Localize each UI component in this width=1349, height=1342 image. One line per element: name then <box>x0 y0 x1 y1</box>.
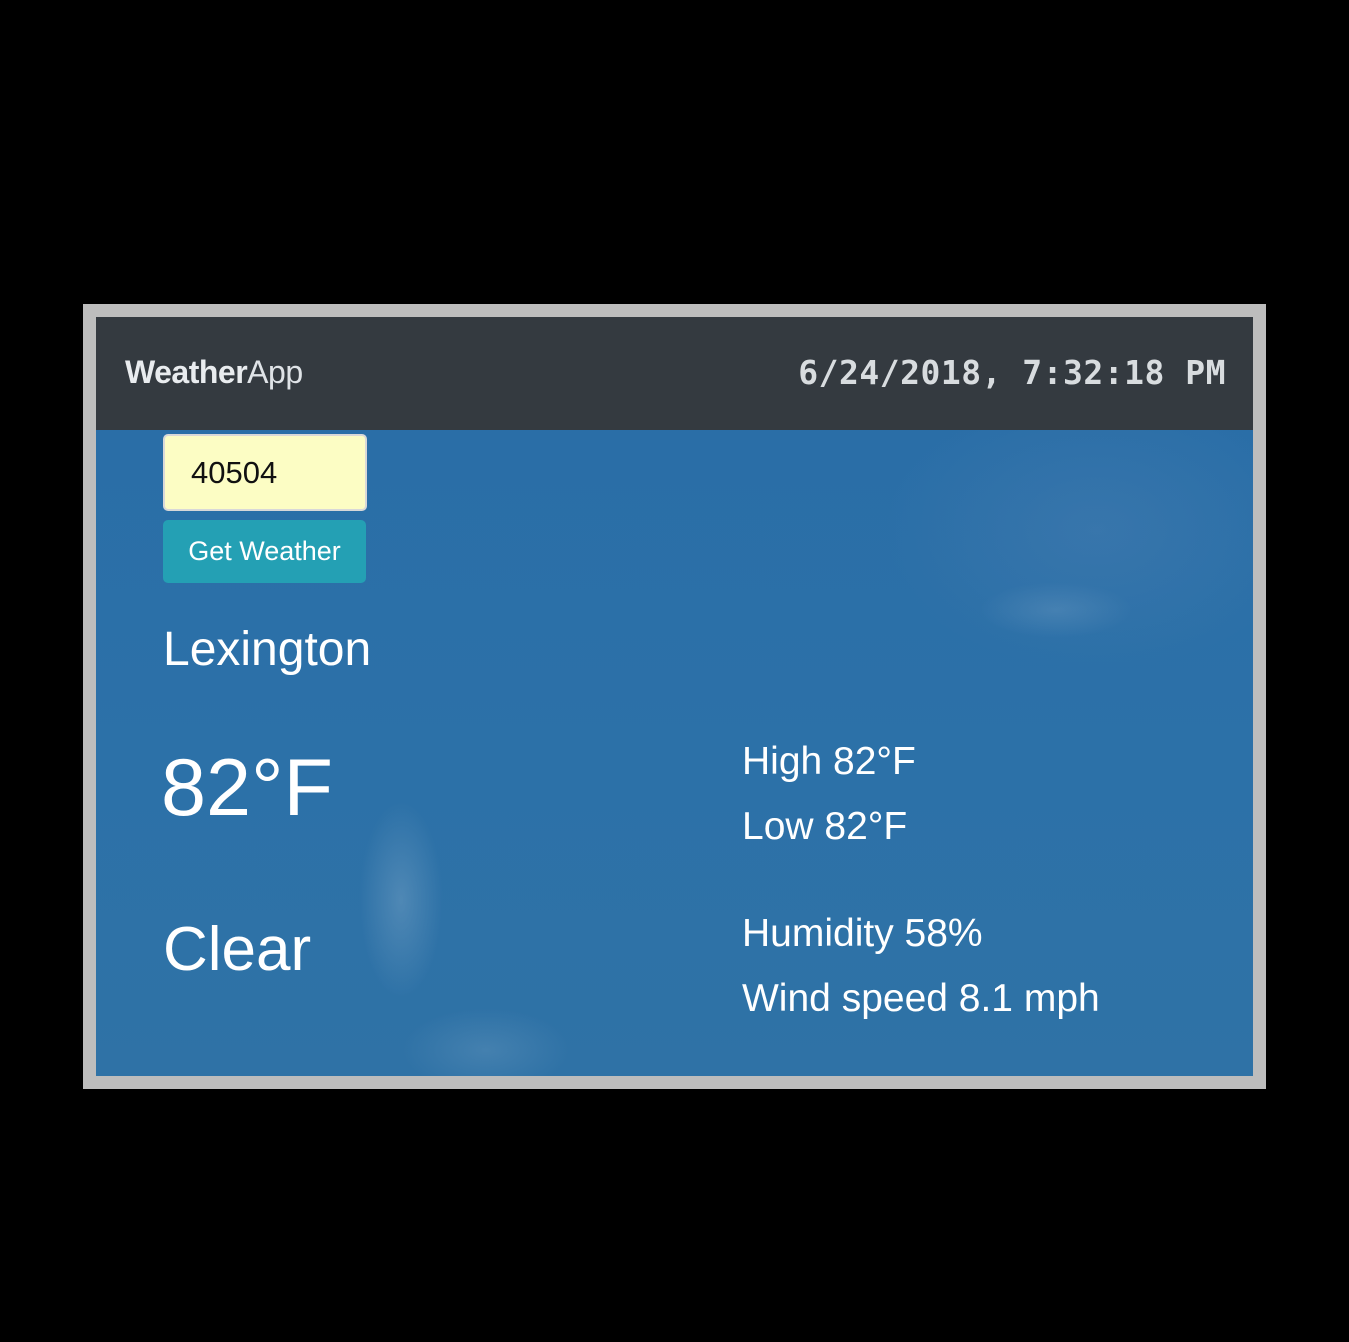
brand-bold-text: Weather <box>125 354 248 390</box>
weather-app: WeatherApp 6/24/2018, 7:32:18 PM Get Wea… <box>96 317 1253 1076</box>
window-frame: WeatherApp 6/24/2018, 7:32:18 PM Get Wea… <box>83 304 1266 1089</box>
navbar: WeatherApp 6/24/2018, 7:32:18 PM <box>96 317 1253 430</box>
current-temperature: 82°F <box>161 743 333 833</box>
zip-code-input[interactable] <box>163 434 367 511</box>
brand-light-text: App <box>247 354 303 390</box>
humidity-value: Humidity 58% <box>742 912 983 955</box>
app-brand[interactable]: WeatherApp <box>125 354 303 391</box>
high-temperature: High 82°F <box>742 740 916 783</box>
wind-speed-value: Wind speed 8.1 mph <box>742 977 1100 1020</box>
get-weather-button[interactable]: Get Weather <box>163 520 366 583</box>
low-temperature: Low 82°F <box>742 805 908 848</box>
datetime-display: 6/24/2018, 7:32:18 PM <box>798 353 1226 392</box>
weather-condition: Clear <box>163 915 312 984</box>
city-name: Lexington <box>163 623 372 676</box>
